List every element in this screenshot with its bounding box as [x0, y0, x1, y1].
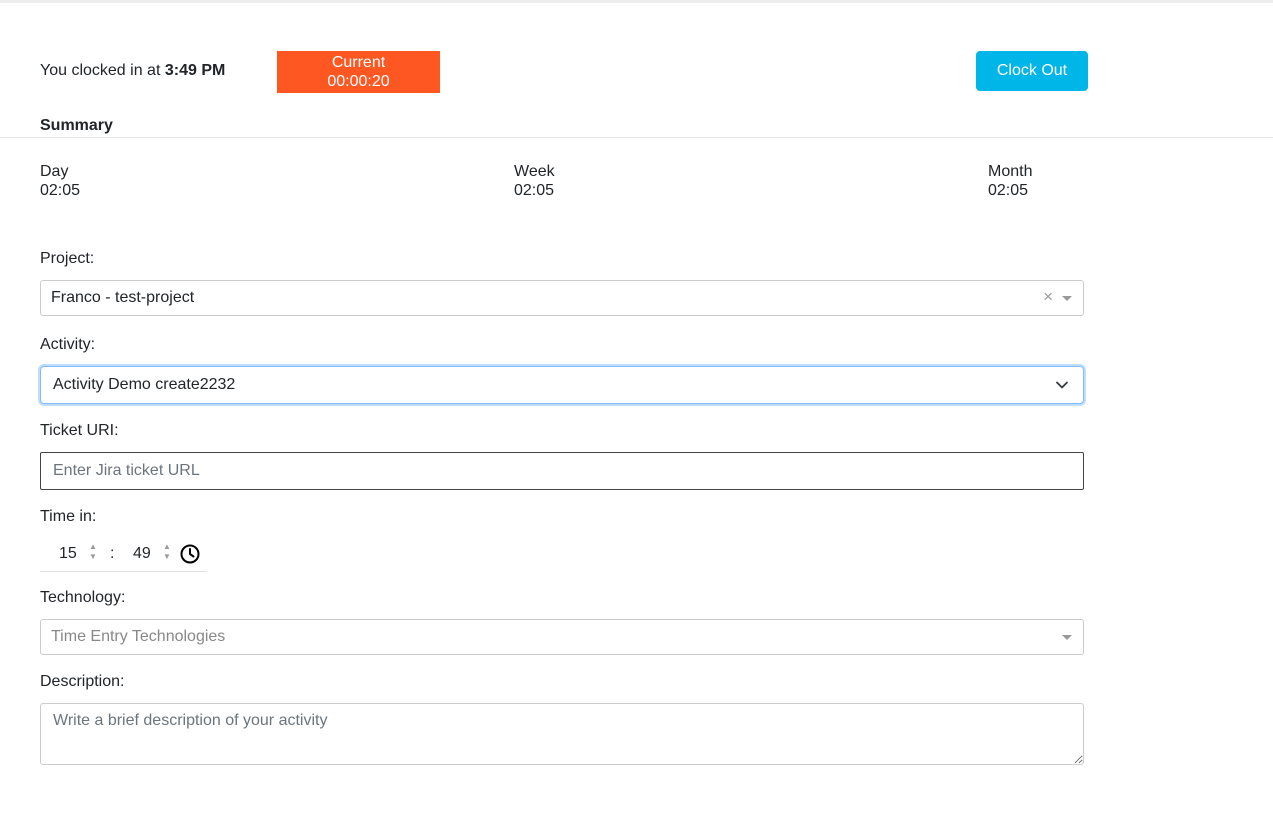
caret-down-icon[interactable] [1062, 296, 1072, 301]
clock-out-button[interactable]: Clock Out [976, 51, 1088, 91]
current-timer-value: 00:00:20 [327, 73, 390, 90]
top-border [0, 0, 1273, 3]
hour-input[interactable]: 15 [59, 545, 77, 563]
technology-label: Technology: [40, 589, 126, 606]
activity-label: Activity: [40, 336, 96, 353]
ticket-uri-input[interactable] [40, 452, 1084, 490]
summary-title: Summary [40, 117, 113, 134]
week-label: Week [514, 163, 555, 180]
minute-input[interactable]: 49 [133, 545, 151, 563]
project-select[interactable]: Franco - test-project × [40, 280, 1084, 316]
minute-spinner[interactable]: ▲ ▼ [162, 542, 172, 562]
spin-up-icon[interactable]: ▲ [162, 542, 172, 552]
activity-selected-value: Activity Demo create2232 [53, 376, 236, 393]
day-label: Day [40, 163, 69, 180]
clocked-in-prefix: You clocked in at [40, 62, 161, 79]
time-separator: : [110, 545, 115, 562]
summary-month: Month 02:05 [988, 162, 1032, 200]
hour-spinner[interactable]: ▲ ▼ [88, 542, 98, 562]
month-label: Month [988, 163, 1033, 180]
spin-down-icon[interactable]: ▼ [162, 552, 172, 562]
ticket-uri-label: Ticket URI: [40, 422, 119, 439]
clocked-in-status: You clocked in at 3:49 PM [40, 62, 225, 80]
description-label: Description: [40, 673, 125, 690]
day-value: 02:05 [40, 182, 81, 199]
month-value: 02:05 [988, 182, 1029, 199]
week-value: 02:05 [514, 182, 555, 199]
description-textarea[interactable] [40, 703, 1084, 765]
summary-divider [0, 137, 1273, 138]
summary-week: Week 02:05 [514, 162, 555, 200]
spin-up-icon[interactable]: ▲ [88, 542, 98, 552]
summary-day: Day 02:05 [40, 162, 80, 200]
project-selected-value: Franco - test-project [51, 289, 195, 306]
time-in-label: Time in: [40, 508, 97, 525]
current-timer-badge: Current 00:00:20 [277, 51, 440, 93]
caret-down-icon[interactable] [1062, 635, 1072, 640]
technology-placeholder: Time Entry Technologies [51, 628, 226, 645]
project-label: Project: [40, 250, 95, 267]
clocked-in-time: 3:49 PM [164, 62, 226, 79]
technology-select[interactable]: Time Entry Technologies [40, 619, 1084, 655]
time-in-picker[interactable]: 15 ▲ ▼ : 49 ▲ ▼ [40, 540, 207, 572]
spin-down-icon[interactable]: ▼ [88, 552, 98, 562]
current-label: Current [331, 54, 386, 71]
activity-select[interactable]: Activity Demo create2232 [40, 366, 1084, 404]
clear-icon[interactable]: × [1043, 287, 1053, 307]
chevron-down-icon[interactable] [1055, 378, 1069, 392]
clock-icon[interactable] [179, 543, 201, 565]
